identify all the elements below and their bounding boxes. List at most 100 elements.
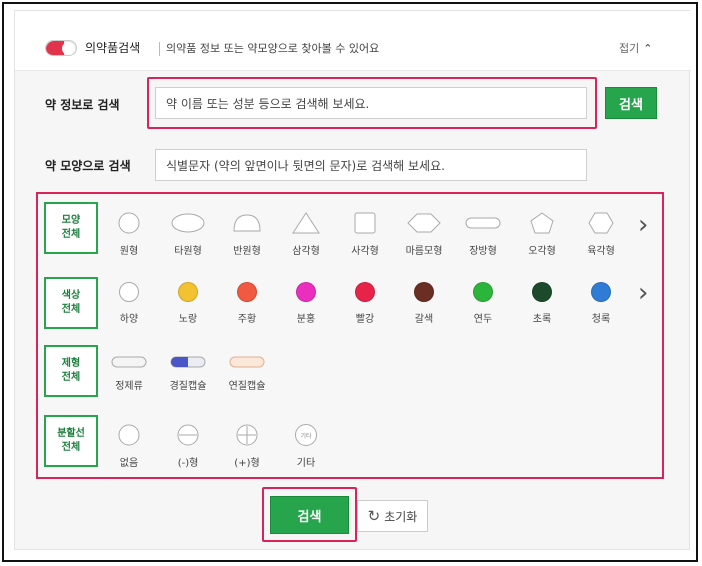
shape-option-pentagon[interactable]: 오각형 <box>517 212 567 257</box>
shape-option-label: 반원형 <box>233 246 261 257</box>
score-option-label: 없음 <box>119 458 139 469</box>
form-all-button[interactable]: 제형 전체 <box>44 345 98 397</box>
color-option-yellow[interactable]: 노랑 <box>163 282 213 325</box>
color-option-label: 하양 <box>119 314 139 325</box>
form-option-soft-capsule[interactable]: 연질캡슐 <box>222 355 272 392</box>
shape-option-triangle[interactable]: 삼각형 <box>281 212 331 257</box>
panel-title: 의약품검색 <box>85 41 141 55</box>
color-option-light-green[interactable]: 연두 <box>458 282 508 325</box>
color-option-label: 노랑 <box>178 314 198 325</box>
form-category-label: 제형 <box>61 358 81 369</box>
color-option-red[interactable]: 빨강 <box>340 282 390 325</box>
score-line-all-button[interactable]: 분할선 전체 <box>44 415 98 467</box>
shape-option-round[interactable]: 원형 <box>104 212 154 257</box>
white-swatch <box>119 282 139 302</box>
panel-description: 의약품 정보 또는 약모양으로 찾아볼 수 있어요 <box>166 42 380 55</box>
toggle-knob <box>62 42 75 55</box>
refresh-icon: ↻ <box>367 507 381 525</box>
shape-option-label: 삼각형 <box>292 246 320 257</box>
pink-swatch <box>296 282 316 302</box>
minus-line-icon <box>177 424 199 446</box>
shape-option-label: 오각형 <box>528 246 556 257</box>
color-option-orange[interactable]: 주황 <box>222 282 272 325</box>
shape-next-arrow-icon[interactable]: › <box>638 210 648 240</box>
color-option-label: 빨강 <box>355 314 375 325</box>
oblong-shape-icon <box>465 217 501 229</box>
color-option-white[interactable]: 하양 <box>104 282 154 325</box>
color-option-label: 초록 <box>532 314 552 325</box>
color-all-label: 전체 <box>61 304 81 315</box>
fold-label: 접기 <box>619 42 640 55</box>
reset-label: 초기화 <box>384 509 418 524</box>
shape-option-label: 마름모형 <box>405 246 443 257</box>
color-option-label: 갈색 <box>414 314 434 325</box>
score-option-none[interactable]: 없음 <box>104 424 154 469</box>
color-category-label: 색상 <box>61 290 81 301</box>
fold-button[interactable]: 접기 ⌃ <box>619 40 652 56</box>
score-option-label: (-)형 <box>177 458 199 469</box>
round-shape-icon <box>118 212 140 234</box>
score-option-label: 기타 <box>296 458 316 469</box>
header-divider <box>159 42 160 56</box>
hexagon-shape-icon <box>588 212 614 234</box>
plus-line-icon <box>236 424 258 446</box>
brown-swatch <box>414 282 434 302</box>
color-option-teal[interactable]: 청록 <box>576 282 626 325</box>
score-line-category-label: 분할선 <box>57 428 85 439</box>
soft-capsule-icon <box>229 356 265 368</box>
form-option-label: 정제류 <box>115 381 143 392</box>
shape-option-square[interactable]: 사각형 <box>340 212 390 257</box>
shape-category-label: 모양 <box>61 215 81 226</box>
color-all-button[interactable]: 색상 전체 <box>44 277 98 329</box>
imprint-search-input[interactable]: 식별문자 (약의 앞면이나 뒷면의 문자)로 검색해 보세요. <box>155 149 587 181</box>
panel-header: 의약품검색 의약품 정보 또는 약모양으로 찾아볼 수 있어요 접기 ⌃ <box>15 11 691 71</box>
form-option-label: 경질캡슐 <box>169 381 207 392</box>
oval-shape-icon <box>171 213 205 233</box>
shape-option-oval[interactable]: 타원형 <box>163 212 213 257</box>
score-option-other[interactable]: 기타 기타 <box>281 424 331 469</box>
score-option-minus[interactable]: (-)형 <box>163 424 213 469</box>
green-swatch <box>532 282 552 302</box>
score-option-plus[interactable]: (+)형 <box>222 424 272 469</box>
form-option-hard-capsule[interactable]: 경질캡슐 <box>163 355 213 392</box>
shape-option-half-round[interactable]: 반원형 <box>222 212 272 257</box>
form-option-tablet[interactable]: 정제류 <box>104 355 154 392</box>
form-all-label: 전체 <box>61 372 81 383</box>
color-option-pink[interactable]: 분홍 <box>281 282 331 325</box>
shape-option-label: 육각형 <box>587 246 615 257</box>
half-round-shape-icon <box>233 214 261 232</box>
shape-option-label: 장방형 <box>469 246 497 257</box>
info-search-button[interactable]: 검색 <box>605 87 657 119</box>
reset-button[interactable]: ↻ 초기화 <box>357 500 428 532</box>
color-option-label: 청록 <box>591 314 611 325</box>
pentagon-shape-icon <box>530 212 554 234</box>
color-option-brown[interactable]: 갈색 <box>399 282 449 325</box>
hard-capsule-icon <box>170 356 206 368</box>
shape-option-label: 사각형 <box>351 246 379 257</box>
teal-swatch <box>591 282 611 302</box>
tablet-form-icon <box>111 356 147 368</box>
light-green-swatch <box>473 282 493 302</box>
other-line-icon: 기타 <box>295 424 317 446</box>
color-option-label: 주황 <box>237 314 257 325</box>
search-button[interactable]: 검색 <box>270 496 349 534</box>
triangle-shape-icon <box>292 212 320 234</box>
info-search-label: 약 정보로 검색 <box>45 98 120 112</box>
square-shape-icon <box>354 212 376 234</box>
color-option-green[interactable]: 초록 <box>517 282 567 325</box>
diamond-shape-icon <box>407 213 441 233</box>
form-option-label: 연질캡슐 <box>228 381 266 392</box>
shape-option-hexagon[interactable]: 육각형 <box>576 212 626 257</box>
color-next-arrow-icon[interactable]: › <box>638 278 648 308</box>
orange-swatch <box>237 282 257 302</box>
no-line-icon <box>118 424 140 446</box>
shape-option-label: 원형 <box>119 246 139 257</box>
shape-option-oblong[interactable]: 장방형 <box>458 212 508 257</box>
shape-option-label: 타원형 <box>174 246 202 257</box>
shape-all-button[interactable]: 모양 전체 <box>44 202 98 254</box>
shape-option-diamond[interactable]: 마름모형 <box>399 212 449 257</box>
color-option-label: 연두 <box>473 314 493 325</box>
score-option-label: (+)형 <box>234 458 260 469</box>
toggle-switch[interactable] <box>45 40 77 56</box>
info-search-highlight <box>147 77 597 129</box>
